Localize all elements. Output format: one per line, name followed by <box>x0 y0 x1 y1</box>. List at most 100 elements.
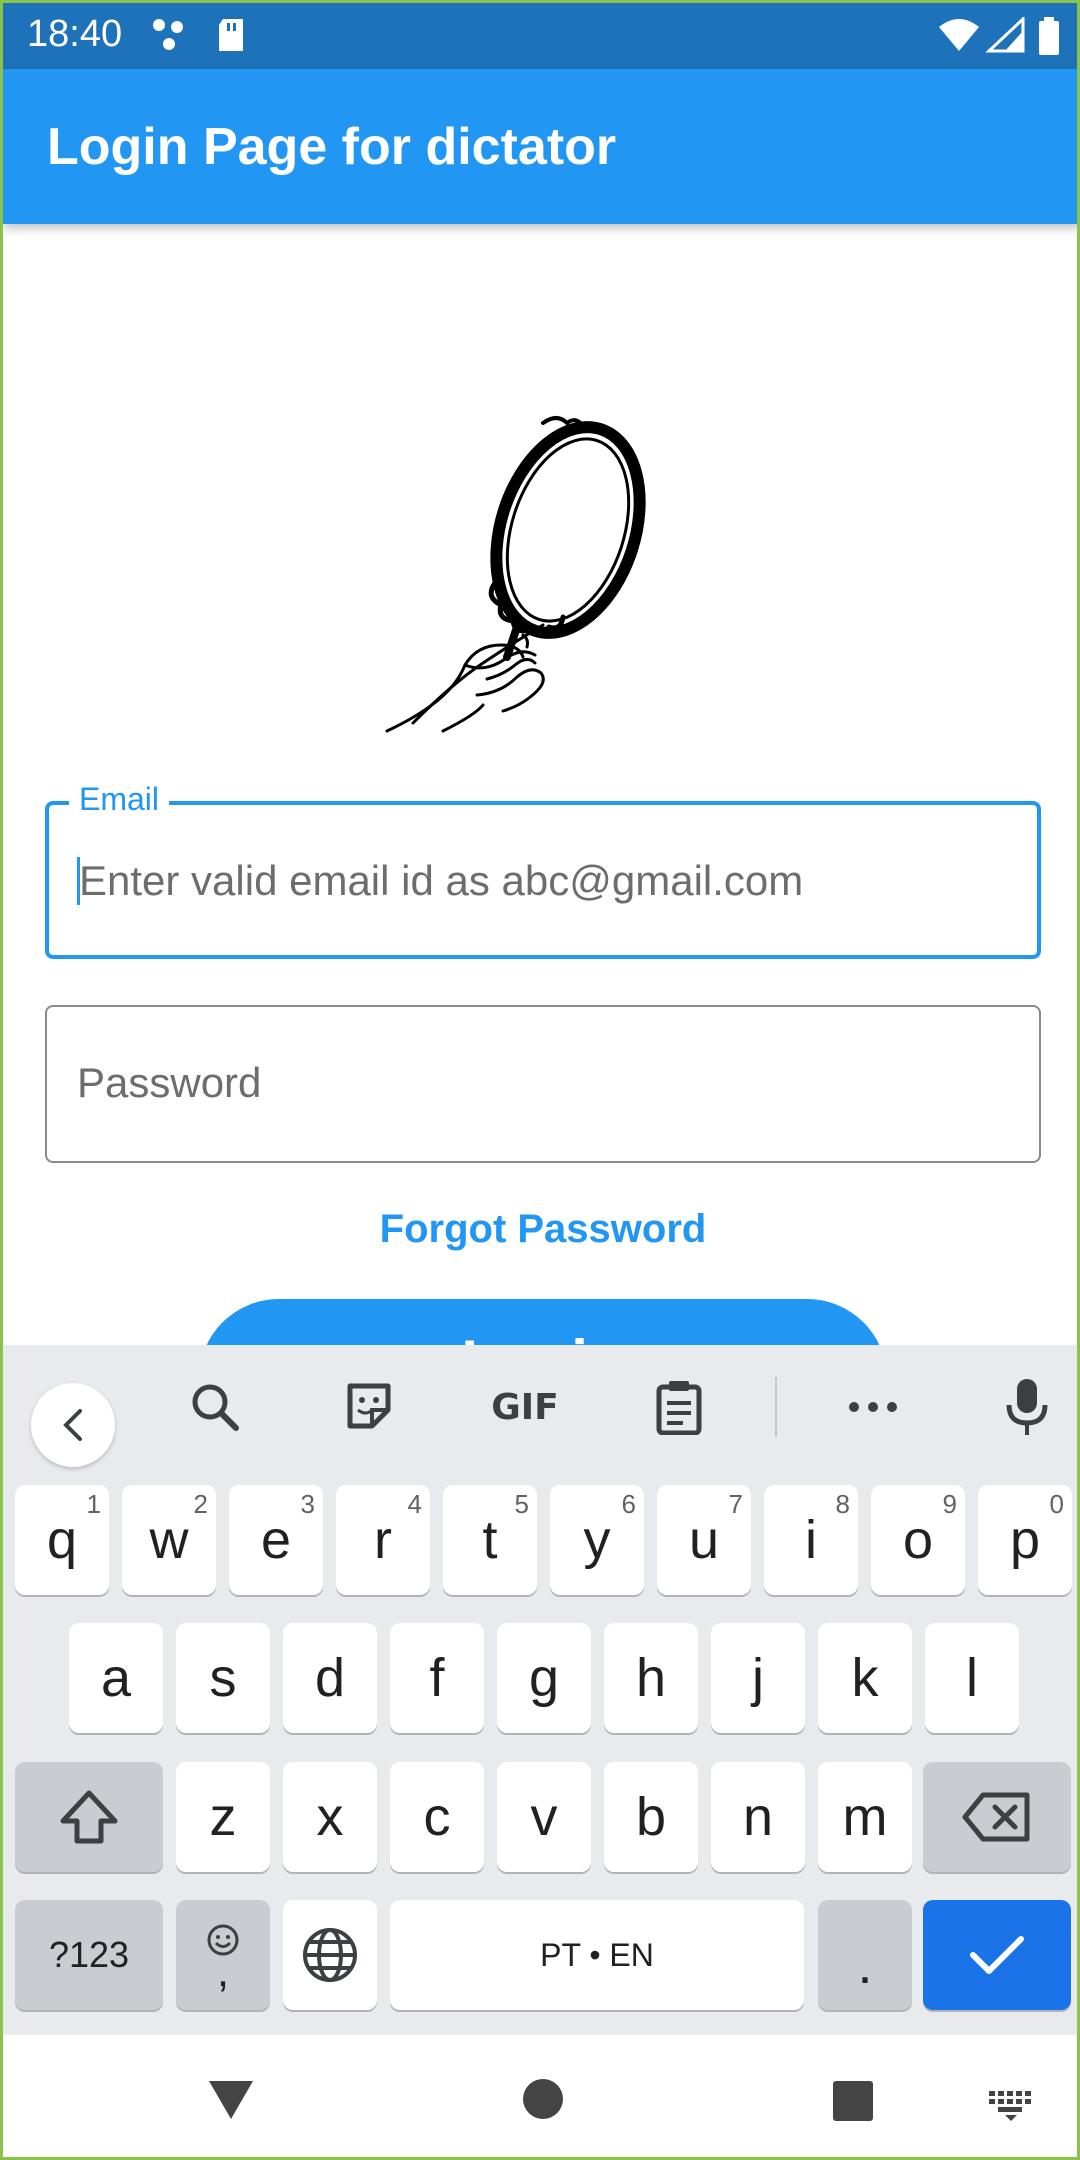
email-placeholder: Enter valid email id as abc@gmail.com <box>79 857 804 904</box>
done-key[interactable] <box>923 1900 1071 2010</box>
language-key[interactable] <box>283 1900 377 2010</box>
key-p[interactable]: p0 <box>978 1485 1072 1595</box>
clipboard-icon[interactable] <box>649 1377 709 1437</box>
space-key[interactable]: PT • EN <box>390 1900 804 2010</box>
period-label: . <box>857 1935 873 1995</box>
email-field[interactable]: Email Enter valid email id as abc@gmail.… <box>45 781 1041 959</box>
key-e-label: e <box>260 1510 292 1570</box>
key-f-label: f <box>429 1648 445 1708</box>
key-p-hint: 0 <box>1049 1489 1064 1519</box>
space-key-label: PT • EN <box>540 1936 654 1973</box>
key-u[interactable]: u7 <box>657 1485 751 1595</box>
key-g-label: g <box>528 1648 560 1708</box>
period-key[interactable]: . <box>818 1900 912 2010</box>
app-bar-title: Login Page for dictator <box>47 118 617 176</box>
keyboard-switch-icon[interactable] <box>989 2091 1033 2126</box>
key-a[interactable]: a <box>69 1623 163 1733</box>
sd-card-icon <box>215 17 247 58</box>
shift-icon <box>60 1790 118 1844</box>
gif-button[interactable]: GIF <box>485 1377 565 1437</box>
key-v[interactable]: v <box>497 1762 591 1872</box>
key-i-hint: 8 <box>835 1489 850 1519</box>
key-d[interactable]: d <box>283 1623 377 1733</box>
search-icon[interactable] <box>185 1377 245 1437</box>
key-w-hint: 2 <box>193 1489 208 1519</box>
key-i-label: i <box>805 1510 817 1570</box>
checkmark-icon <box>970 1936 1024 1974</box>
key-c[interactable]: c <box>390 1762 484 1872</box>
comma-label: , <box>216 1947 230 1996</box>
status-bar: 18:40 <box>3 3 1077 69</box>
backspace-key[interactable] <box>923 1762 1071 1872</box>
back-nav-icon[interactable] <box>207 2077 255 2126</box>
key-y-hint: 6 <box>621 1489 636 1519</box>
wifi-icon <box>937 17 981 58</box>
key-o[interactable]: o9 <box>871 1485 965 1595</box>
key-s-label: s <box>209 1648 237 1708</box>
key-f[interactable]: f <box>390 1623 484 1733</box>
email-label: Email <box>69 781 170 818</box>
key-d-label: d <box>314 1648 346 1708</box>
key-j[interactable]: j <box>711 1623 805 1733</box>
password-field[interactable]: Password <box>45 1005 1041 1163</box>
key-y-label: y <box>583 1510 611 1570</box>
key-t[interactable]: t5 <box>443 1485 537 1595</box>
navigation-bar <box>3 2035 1077 2157</box>
battery-icon <box>1037 17 1061 60</box>
app-bar: Login Page for dictator <box>3 69 1077 224</box>
key-m-label: m <box>842 1787 888 1847</box>
key-k[interactable]: k <box>818 1623 912 1733</box>
key-r-hint: 4 <box>407 1489 422 1519</box>
comma-emoji-key[interactable]: , <box>176 1900 270 2010</box>
key-i[interactable]: i8 <box>764 1485 858 1595</box>
soft-keyboard: GIF q1 w2 e3 r4 t5 y6 u7 i8 o9 p0 a s d … <box>3 1345 1077 2035</box>
key-r-label: r <box>374 1510 392 1570</box>
keyboard-toolbar: GIF <box>3 1345 1077 1470</box>
key-x[interactable]: x <box>283 1762 377 1872</box>
forgot-password-link[interactable]: Forgot Password <box>3 1207 1077 1252</box>
backspace-icon <box>962 1792 1030 1842</box>
home-nav-icon[interactable] <box>521 2077 565 2126</box>
key-k-label: k <box>851 1648 879 1708</box>
key-o-label: o <box>902 1510 934 1570</box>
shift-key[interactable] <box>15 1762 163 1872</box>
key-a-label: a <box>100 1648 132 1708</box>
key-b[interactable]: b <box>604 1762 698 1872</box>
key-w[interactable]: w2 <box>122 1485 216 1595</box>
key-h[interactable]: h <box>604 1623 698 1733</box>
login-screen: 18:40 Login Page for dictator Email Ente… <box>0 0 1080 2160</box>
status-time: 18:40 <box>27 13 123 55</box>
key-r[interactable]: r4 <box>336 1485 430 1595</box>
key-g[interactable]: g <box>497 1623 591 1733</box>
key-z-label: z <box>209 1787 237 1847</box>
key-c-label: c <box>423 1787 451 1847</box>
key-l[interactable]: l <box>925 1623 1019 1733</box>
sticker-icon[interactable] <box>339 1377 399 1437</box>
key-m[interactable]: m <box>818 1762 912 1872</box>
back-icon[interactable] <box>31 1383 115 1467</box>
key-x-label: x <box>316 1787 344 1847</box>
key-b-label: b <box>635 1787 667 1847</box>
key-u-label: u <box>688 1510 720 1570</box>
key-z[interactable]: z <box>176 1762 270 1872</box>
symbols-key[interactable]: ?123 <box>15 1900 163 2010</box>
key-q[interactable]: q1 <box>15 1485 109 1595</box>
key-y[interactable]: y6 <box>550 1485 644 1595</box>
toolbar-divider <box>775 1377 777 1437</box>
key-e-hint: 3 <box>300 1489 315 1519</box>
key-q-label: q <box>46 1510 78 1570</box>
symbols-key-label: ?123 <box>48 1934 130 1975</box>
hand-mirror-illustration <box>383 413 663 773</box>
key-s[interactable]: s <box>176 1623 270 1733</box>
mic-icon[interactable] <box>997 1377 1057 1437</box>
key-u-hint: 7 <box>728 1489 743 1519</box>
recents-nav-icon[interactable] <box>831 2079 875 2128</box>
key-j-label: j <box>752 1648 764 1708</box>
key-n[interactable]: n <box>711 1762 805 1872</box>
key-l-label: l <box>966 1648 978 1708</box>
gif-label: GIF <box>491 1386 559 1428</box>
more-icon[interactable] <box>843 1377 903 1437</box>
key-e[interactable]: e3 <box>229 1485 323 1595</box>
key-p-label: p <box>1009 1510 1041 1570</box>
key-w-label: w <box>149 1510 189 1570</box>
